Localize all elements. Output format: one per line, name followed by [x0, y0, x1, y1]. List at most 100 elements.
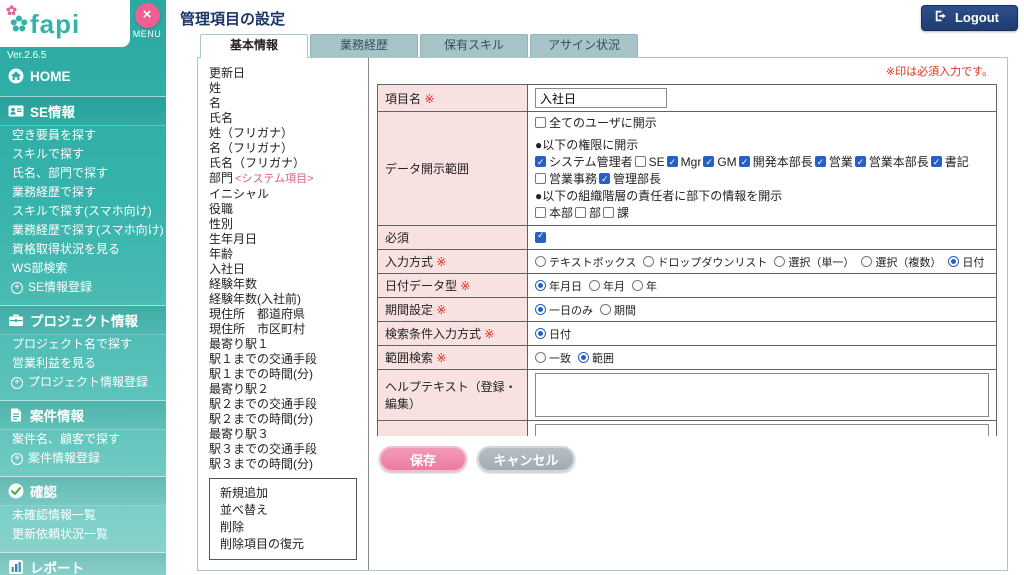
field-list-item[interactable]: 氏名（フリガナ） [209, 156, 368, 171]
sidebar-item[interactable]: 空き要員を探す [0, 126, 166, 145]
checkbox-option[interactable]: 全てのユーザに開示 [535, 116, 657, 130]
field-list-item[interactable]: 現住所 都道府県 [209, 307, 368, 322]
field-list-item[interactable]: 経験年数(入社前) [209, 292, 368, 307]
tab[interactable]: 基本情報 [200, 34, 308, 58]
field-list-item[interactable]: 役職 [209, 202, 368, 217]
field-list-item[interactable]: 姓 [209, 81, 368, 96]
field-list-item[interactable]: 更新日 [209, 66, 368, 81]
radio-option[interactable]: 日付 [535, 329, 571, 341]
radio-selected[interactable] [535, 328, 546, 339]
sidebar-item[interactable]: 業務経歴で探す [0, 183, 166, 202]
field-list-item[interactable]: 経験年数 [209, 277, 368, 292]
sidebar-item[interactable]: 氏名、部門で探す [0, 164, 166, 183]
checkbox-unchecked[interactable] [535, 173, 546, 184]
checkbox-option[interactable]: 書記 [931, 154, 969, 171]
radio-option[interactable]: 年 [632, 281, 657, 293]
sidebar-item[interactable]: プロジェクト名で探す [0, 335, 166, 354]
sidebar-item-home[interactable]: HOME [0, 64, 166, 88]
field-list-item[interactable]: 氏名 [209, 111, 368, 126]
checkbox-checked[interactable] [667, 156, 678, 167]
field-list-item[interactable]: 駅３までの交通手段 [209, 442, 368, 457]
checkbox-checked[interactable] [931, 156, 942, 167]
sidebar-item[interactable]: 業務経歴で探す(スマホ向け) [0, 221, 166, 240]
checkbox-checked[interactable] [535, 232, 546, 243]
sidebar-item[interactable]: 更新依頼状況一覧 [0, 525, 166, 544]
field-action-link[interactable]: 削除項目の復元 [220, 537, 346, 552]
help-text-textarea[interactable] [535, 424, 989, 436]
field-list-item[interactable]: 最寄り駅３ [209, 427, 368, 442]
field-action-link[interactable]: 新規追加 [220, 486, 346, 501]
field-list-item[interactable]: 駅１までの交通手段 [209, 352, 368, 367]
field-list-item[interactable]: 最寄り駅２ [209, 382, 368, 397]
field-list-item[interactable]: 生年月日 [209, 232, 368, 247]
checkbox-option[interactable]: GM [703, 154, 736, 171]
sidebar-item[interactable]: スキルで探す(スマホ向け) [0, 202, 166, 221]
field-list-item[interactable]: 年齢 [209, 247, 368, 262]
radio-unselected[interactable] [643, 256, 654, 267]
radio-unselected[interactable] [589, 280, 600, 291]
checkbox-option[interactable]: 管理部長 [599, 171, 661, 188]
sidebar-item[interactable]: +SE情報登録 [0, 278, 166, 297]
checkbox-unchecked[interactable] [603, 207, 614, 218]
radio-option[interactable]: 選択（単一） [774, 257, 854, 269]
radio-unselected[interactable] [535, 352, 546, 363]
radio-unselected[interactable] [600, 304, 611, 315]
checkbox-option[interactable]: 課 [603, 205, 629, 222]
checkbox-option[interactable]: Mgr [667, 154, 702, 171]
checkbox-checked[interactable] [739, 156, 750, 167]
sidebar-item[interactable]: +案件情報登録 [0, 449, 166, 468]
sidebar-section-header[interactable]: 確認 [0, 476, 166, 506]
radio-selected[interactable] [535, 304, 546, 315]
radio-selected[interactable] [578, 352, 589, 363]
field-list-item[interactable]: 性別 [209, 217, 368, 232]
checkbox-checked[interactable] [599, 173, 610, 184]
checkbox-checked[interactable] [535, 156, 546, 167]
field-list-item[interactable]: 姓（フリガナ） [209, 126, 368, 141]
radio-option[interactable]: テキストボックス [535, 257, 636, 269]
radio-unselected[interactable] [632, 280, 643, 291]
checkbox-checked[interactable] [815, 156, 826, 167]
radio-option[interactable]: 範囲 [578, 353, 614, 365]
sidebar-item[interactable]: +プロジェクト情報登録 [0, 373, 166, 392]
save-button[interactable]: 保存 [379, 446, 467, 472]
checkbox-option[interactable]: 部 [575, 205, 601, 222]
checkbox-option[interactable]: システム管理者 [535, 154, 633, 171]
field-list-item[interactable]: 部門<システム項目> [209, 171, 368, 187]
field-list-item[interactable]: 現住所 市区町村 [209, 322, 368, 337]
field-list-item[interactable]: 名 [209, 96, 368, 111]
radio-option[interactable]: 日付 [948, 257, 984, 269]
checkbox-unchecked[interactable] [635, 156, 646, 167]
sidebar-item[interactable]: スキルで探す [0, 145, 166, 164]
item-name-input[interactable] [535, 88, 667, 108]
sidebar-section-header[interactable]: レポート [0, 552, 166, 575]
checkbox-option[interactable]: 営業事務 [535, 171, 597, 188]
sidebar-item[interactable]: 案件名、顧客で探す [0, 430, 166, 449]
checkbox-option[interactable]: 本部 [535, 205, 573, 222]
checkbox-unchecked[interactable] [535, 207, 546, 218]
sidebar-item[interactable]: 資格取得状況を見る [0, 240, 166, 259]
checkbox-option[interactable]: 営業本部長 [855, 154, 929, 171]
field-list-item[interactable]: 駅２までの交通手段 [209, 397, 368, 412]
checkbox-option[interactable]: 開発本部長 [739, 154, 813, 171]
field-list-item[interactable]: イニシャル [209, 187, 368, 202]
menu-close-button[interactable]: × MENU [131, 3, 163, 39]
checkbox-unchecked[interactable] [535, 117, 546, 128]
sidebar-item[interactable]: WS部検索 [0, 259, 166, 278]
radio-option[interactable]: 年月 [589, 281, 625, 293]
field-list-item[interactable]: 最寄り駅１ [209, 337, 368, 352]
field-action-link[interactable]: 並べ替え [220, 503, 346, 518]
form-scroll-area[interactable]: 項目名 ※データ開示範囲全てのユーザに開示●以下の権限に開示システム管理者SEM… [377, 84, 997, 436]
radio-option[interactable]: ドロップダウンリスト [643, 257, 767, 269]
radio-unselected[interactable] [861, 256, 872, 267]
sidebar-item[interactable]: 営業利益を見る [0, 354, 166, 373]
sidebar-section-header[interactable]: プロジェクト情報 [0, 305, 166, 335]
tab[interactable]: アサイン状況 [530, 34, 638, 57]
radio-unselected[interactable] [535, 256, 546, 267]
help-text-textarea[interactable] [535, 373, 989, 417]
field-list-item[interactable]: 駅３までの時間(分) [209, 457, 368, 472]
field-list-item[interactable]: 入社日 [209, 262, 368, 277]
tab[interactable]: 保有スキル [420, 34, 528, 57]
checkbox-checked[interactable] [855, 156, 866, 167]
checkbox-checked[interactable] [703, 156, 714, 167]
logout-button[interactable]: Logout [921, 5, 1018, 31]
